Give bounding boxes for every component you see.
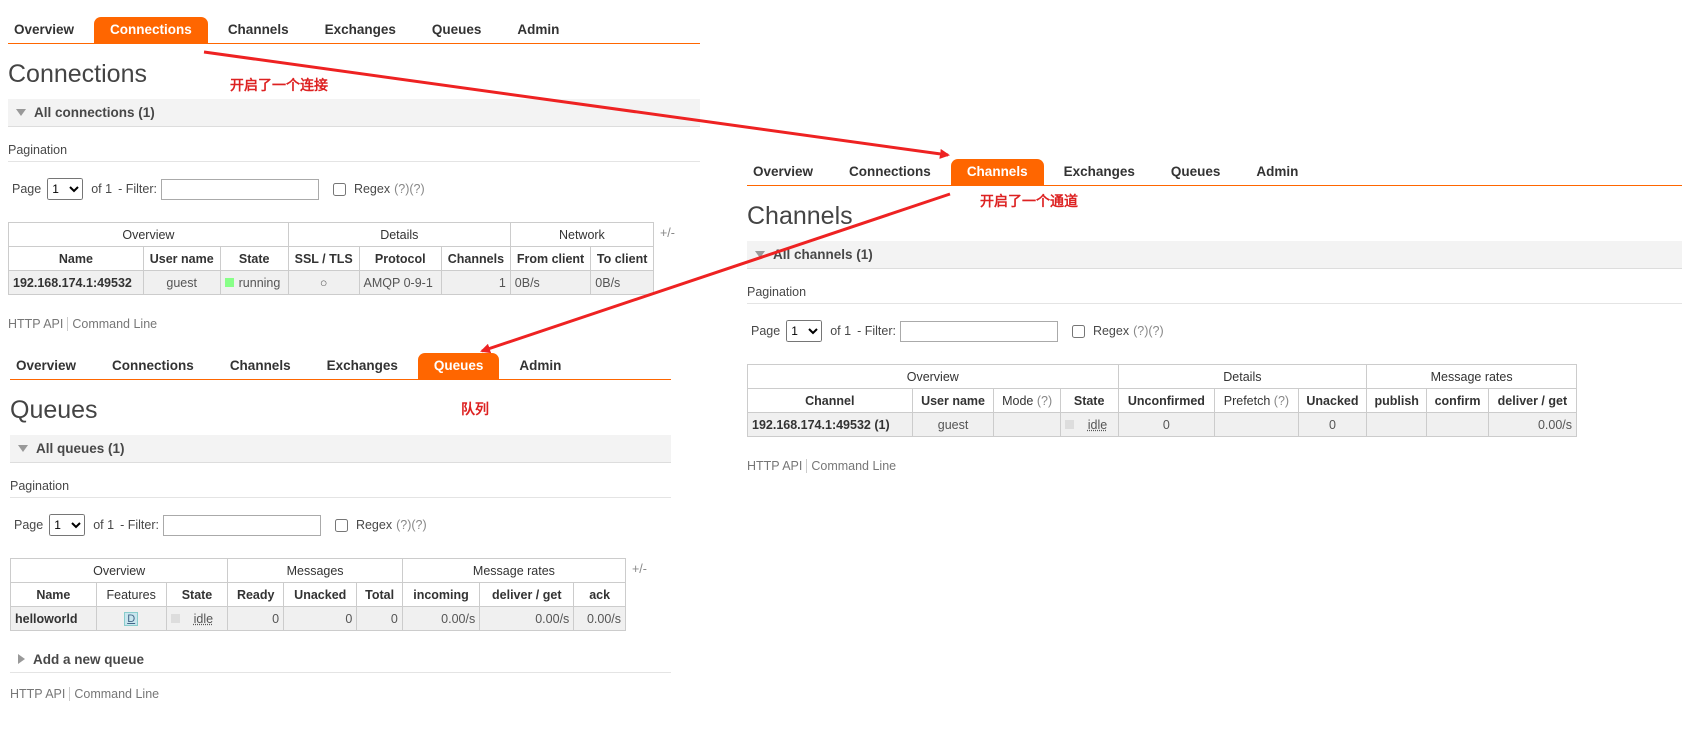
annotation-arrows [203,50,951,354]
arrow-to-queues [480,192,951,354]
arrow-to-channels [203,50,950,159]
